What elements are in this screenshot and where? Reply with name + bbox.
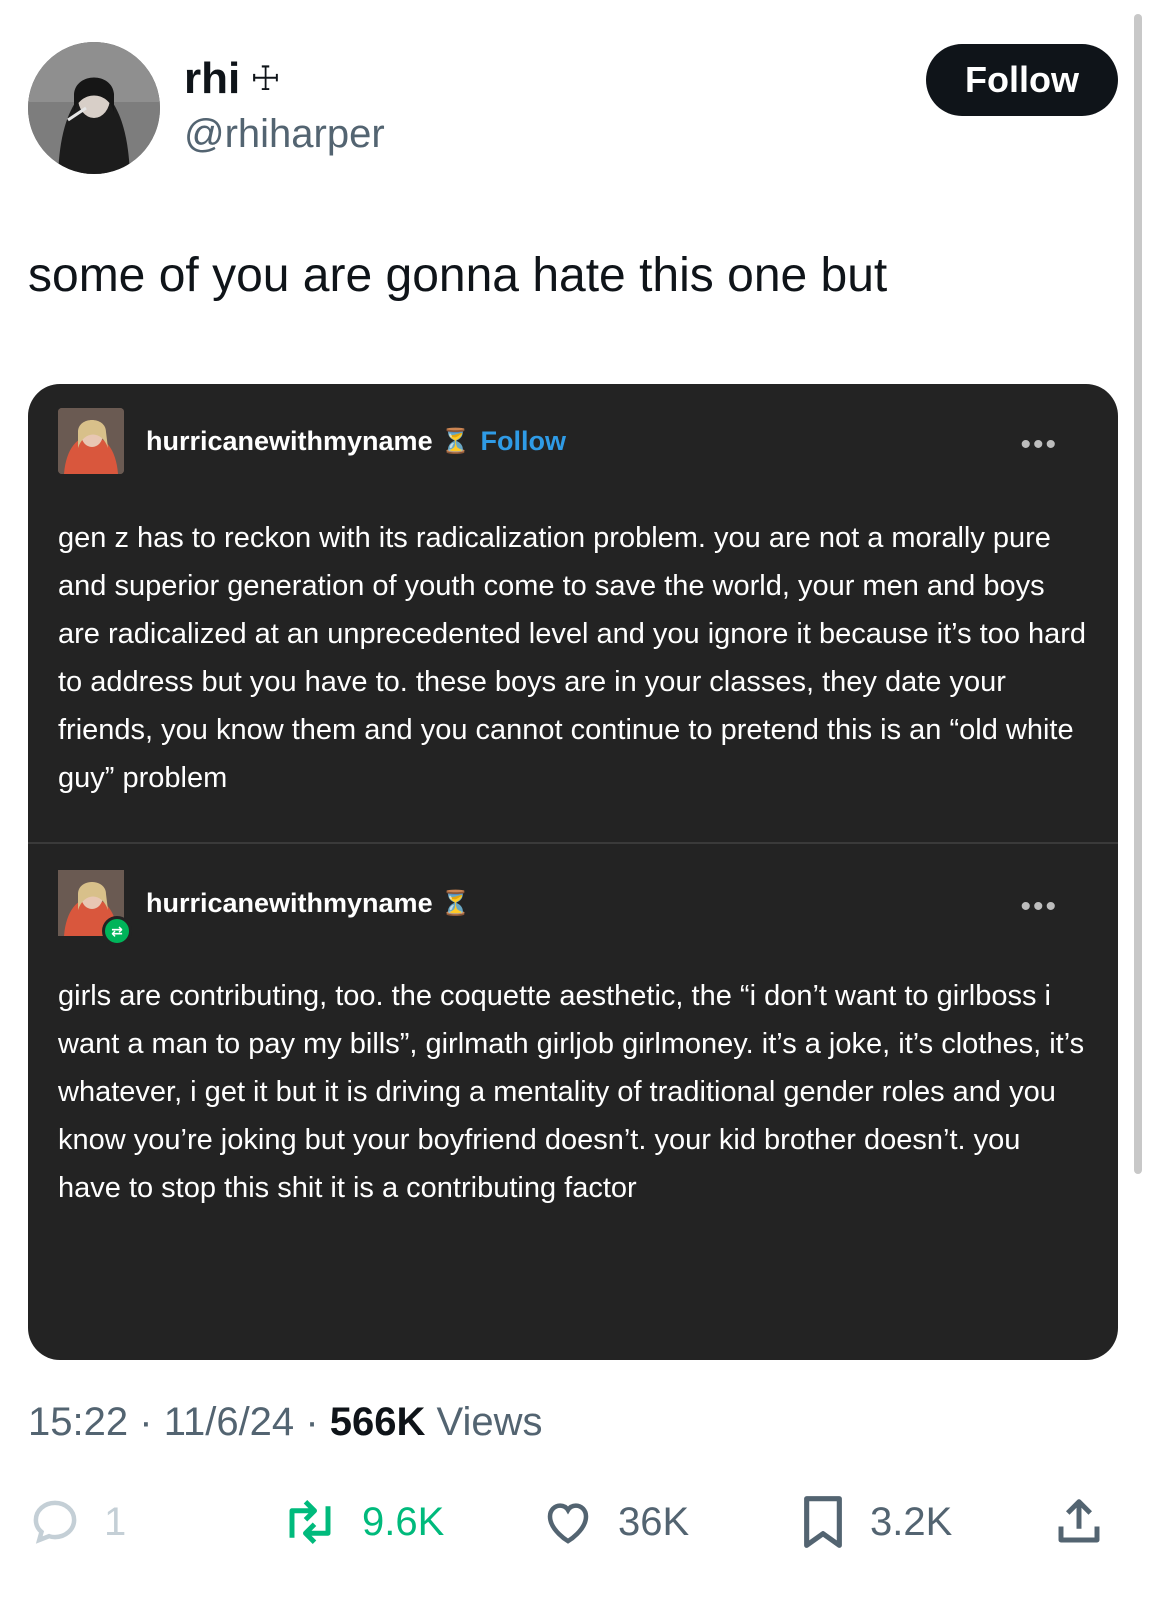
tweet-text: some of you are gonna hate this one but — [28, 249, 888, 302]
display-name[interactable]: rhi ☩ — [184, 52, 385, 106]
tweet-meta: 15:22 · 11/6/24 · 566K Views — [28, 1398, 543, 1446]
action-bar: 1 9.6K 36K 3.2K — [28, 1490, 1118, 1554]
tumblr-reblog: ⇄ hurricanewithmyname ⏳ ••• girls are co… — [28, 846, 1118, 1360]
meta-separator: · — [305, 1400, 319, 1444]
author-handle[interactable]: @rhiharper — [184, 108, 385, 160]
retweet-count: 9.6K — [362, 1499, 445, 1544]
bookmark-button[interactable]: 3.2K — [798, 1490, 952, 1554]
post-avatar: ⇄ — [58, 870, 132, 946]
post-body: girls are contributing, too. the coquett… — [58, 980, 1085, 1204]
like-button[interactable]: 36K — [540, 1490, 689, 1554]
reply-button[interactable]: 1 — [28, 1490, 126, 1554]
follow-button[interactable]: Follow — [926, 44, 1118, 116]
tweet-time[interactable]: 15:22 — [28, 1400, 128, 1444]
hourglass-badge-icon: ⏳ — [440, 427, 471, 455]
more-options-icon[interactable]: ••• — [1020, 430, 1058, 460]
embedded-screenshot[interactable]: hurricanewithmyname ⏳ Follow ••• gen z h… — [28, 384, 1118, 1360]
tweet-header: rhi ☩ @rhiharper Follow — [28, 42, 1118, 174]
heart-icon — [547, 1503, 589, 1544]
post-avatar-image — [58, 408, 124, 474]
like-count: 36K — [618, 1499, 690, 1544]
more-options-icon[interactable]: ••• — [1020, 892, 1058, 922]
post-header: ⇄ hurricanewithmyname ⏳ — [58, 870, 471, 946]
share-icon — [1058, 1499, 1100, 1543]
tumblr-post: hurricanewithmyname ⏳ Follow ••• gen z h… — [28, 384, 1118, 844]
post-header: hurricanewithmyname ⏳ Follow — [58, 408, 566, 474]
views-label: Views — [436, 1400, 543, 1444]
share-button[interactable] — [1052, 1490, 1106, 1554]
retweet-button[interactable]: 9.6K — [280, 1490, 444, 1554]
post-body: gen z has to reckon with its radicalizat… — [58, 522, 1087, 794]
post-username[interactable]: hurricanewithmyname — [146, 888, 433, 919]
avatar-image — [28, 42, 160, 174]
retweet-icon — [289, 1499, 331, 1545]
avatar[interactable] — [28, 42, 160, 174]
reply-icon — [33, 1500, 77, 1544]
hourglass-badge-icon: ⏳ — [440, 889, 471, 917]
display-name-text[interactable]: rhi — [184, 52, 240, 106]
scrollbar[interactable] — [1134, 14, 1142, 1174]
bookmark-count: 3.2K — [870, 1499, 953, 1544]
post-avatar — [58, 408, 124, 474]
cross-icon: ☩ — [250, 60, 281, 98]
author-names: rhi ☩ @rhiharper — [184, 52, 385, 160]
reblog-icon: ⇄ — [102, 916, 132, 946]
meta-separator: · — [139, 1400, 153, 1444]
post-follow-link[interactable]: Follow — [480, 426, 565, 457]
views-count: 566K — [329, 1400, 426, 1444]
bookmark-icon — [804, 1496, 842, 1548]
post-username[interactable]: hurricanewithmyname — [146, 426, 433, 457]
reply-count: 1 — [104, 1499, 127, 1544]
tweet-date[interactable]: 11/6/24 — [164, 1400, 295, 1444]
